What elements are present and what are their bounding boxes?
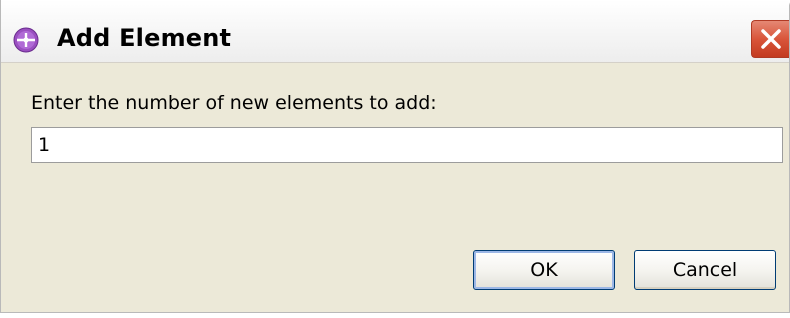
cancel-button[interactable]: Cancel: [634, 250, 776, 290]
element-add-icon: [13, 27, 39, 53]
prompt-label: Enter the number of new elements to add:: [31, 92, 437, 114]
ok-button[interactable]: OK: [473, 250, 615, 290]
element-count-input[interactable]: [31, 127, 783, 163]
dialog-title: Add Element: [57, 24, 232, 52]
title-bar[interactable]: Add Element: [1, 0, 789, 63]
close-button[interactable]: [751, 20, 789, 58]
close-icon: [761, 29, 781, 49]
add-element-dialog: Add Element Enter the number of new elem…: [0, 0, 790, 313]
